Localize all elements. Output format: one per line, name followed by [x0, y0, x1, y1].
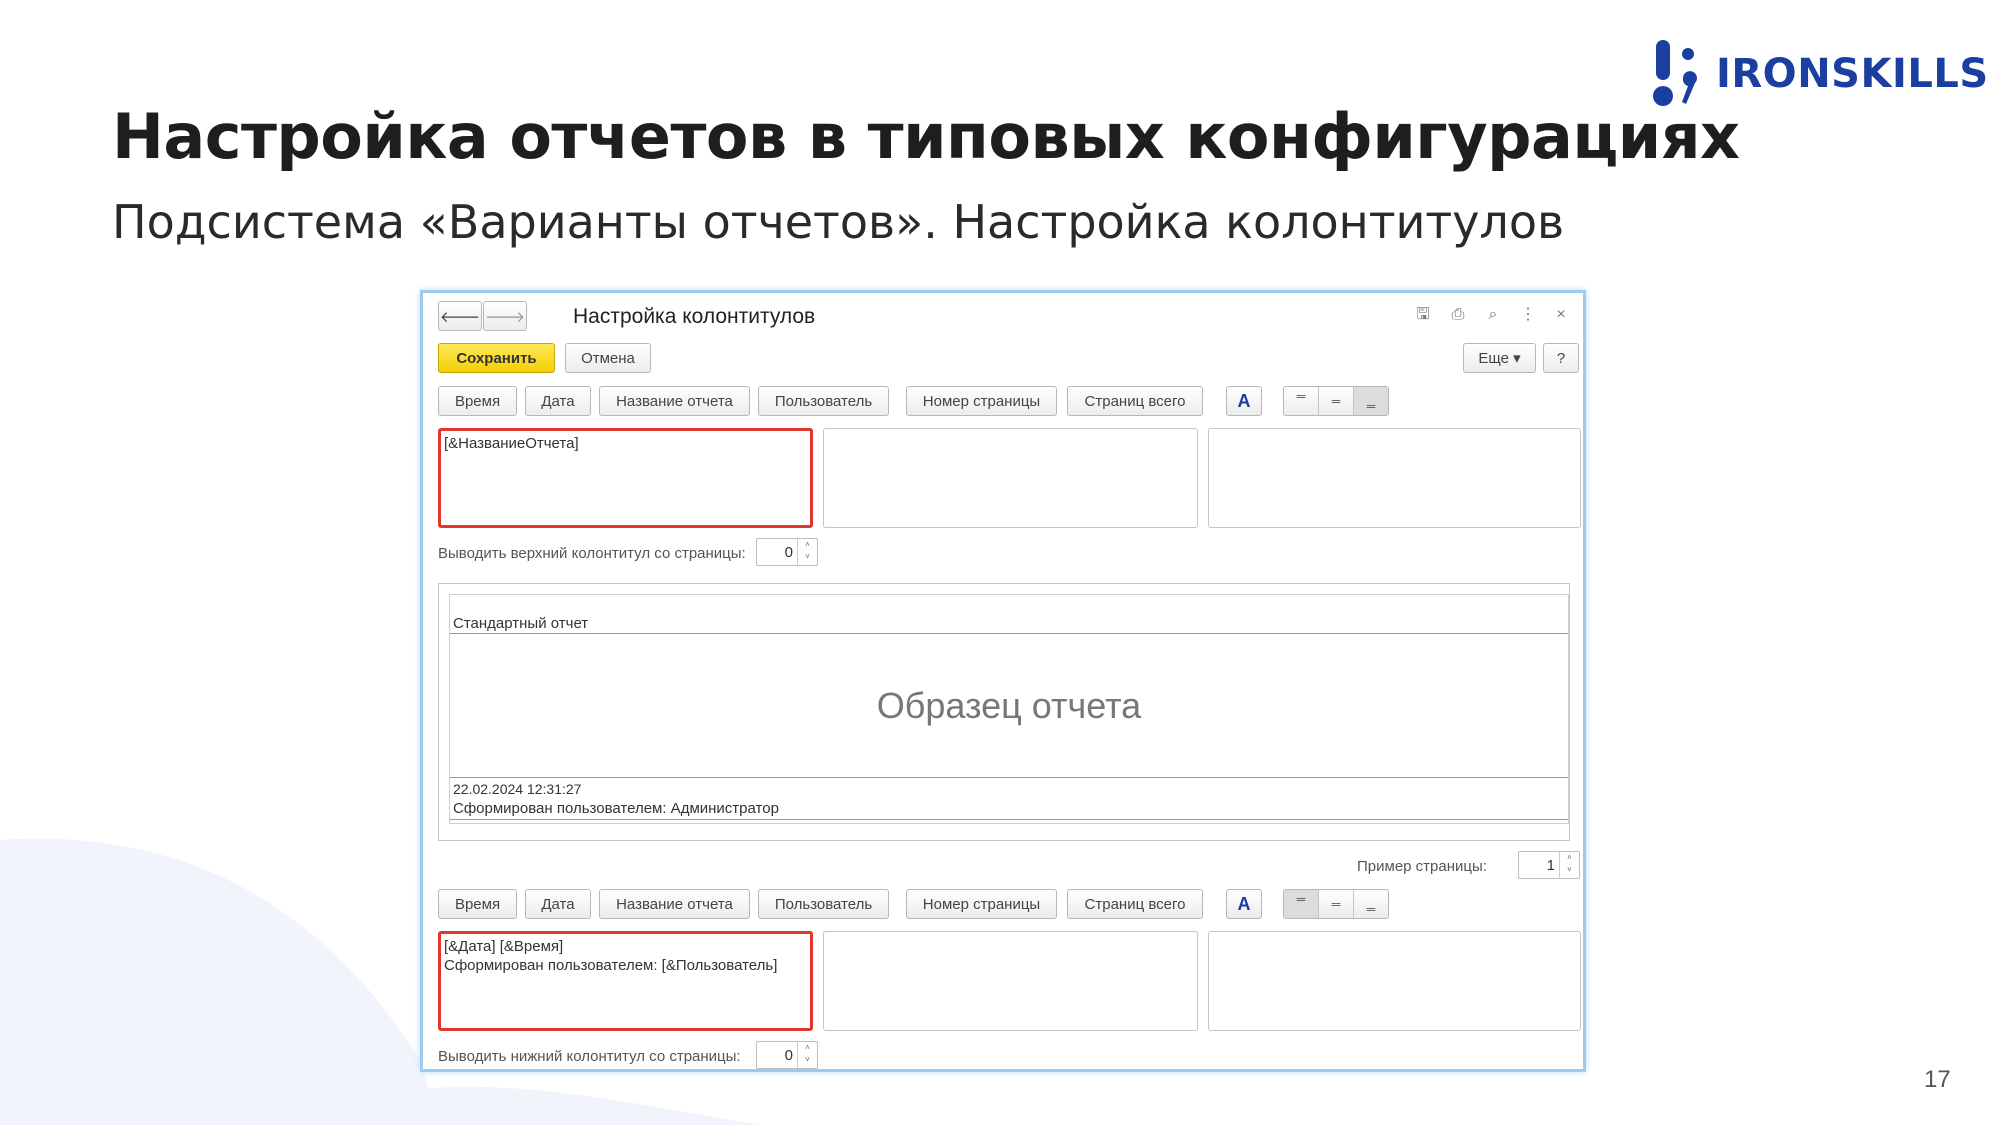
align-center-icon[interactable]: ═ [1319, 387, 1354, 415]
align-left-icon[interactable]: ═ [1284, 890, 1319, 918]
insert-report-name-button[interactable]: Название отчета [599, 386, 750, 416]
align-left-icon[interactable]: ═ [1284, 387, 1319, 415]
align-right-icon[interactable]: ═ [1354, 890, 1388, 918]
footer-right-field[interactable] [1208, 931, 1581, 1031]
insert-page-number-button[interactable]: Номер страницы [906, 889, 1057, 919]
footer-left-field[interactable]: [&Дата] [&Время] Сформирован пользовател… [438, 931, 813, 1031]
footer-center-field[interactable] [823, 931, 1198, 1031]
close-icon[interactable]: × [1551, 305, 1571, 325]
footer-start-page-label: Выводить нижний колонтитул со страницы: [438, 1048, 741, 1065]
sample-page-label: Пример страницы: [1357, 858, 1487, 875]
stepper-arrows-icon[interactable]: ˄ ˅ [1559, 852, 1579, 878]
header-left-field[interactable]: [&НазваниеОтчета] [438, 428, 813, 528]
help-button[interactable]: ? [1543, 343, 1579, 373]
back-button[interactable]: 🡐 [438, 301, 482, 331]
preview-icon[interactable]: ⌕ [1483, 305, 1503, 325]
header-alignment-group: ═ ═ ═ [1283, 386, 1389, 416]
header-start-page-input[interactable]: 0 ˄ ˅ [756, 538, 818, 566]
arrow-left-icon: 🡐 [439, 308, 481, 326]
slide-title: Настройка отчетов в типовых конфигурация… [112, 100, 1740, 173]
header-center-field[interactable] [823, 428, 1198, 528]
insert-time-button[interactable]: Время [438, 386, 517, 416]
insert-report-name-button[interactable]: Название отчета [599, 889, 750, 919]
insert-page-count-button[interactable]: Страниц всего [1067, 889, 1203, 919]
slide: Настройка отчетов в типовых конфигурация… [0, 0, 2000, 1125]
header-right-field[interactable] [1208, 428, 1581, 528]
stepper-arrows-icon[interactable]: ˄ ˅ [797, 539, 817, 565]
sample-page-input[interactable]: 1 ˄ ˅ [1518, 851, 1580, 879]
cancel-button[interactable]: Отмена [565, 343, 651, 373]
align-right-icon[interactable]: ═ [1354, 387, 1388, 415]
insert-user-button[interactable]: Пользователь [758, 889, 889, 919]
more-menu-button[interactable]: Еще ▾ [1463, 343, 1536, 373]
preview-sample-text: Образец отчета [876, 685, 1142, 726]
insert-date-button[interactable]: Дата [525, 386, 591, 416]
font-button[interactable]: A [1226, 386, 1262, 416]
insert-user-button[interactable]: Пользователь [758, 386, 889, 416]
header-footer-settings-window: 🡐 🡒 Настройка колонтитулов 🖫 ⎙ ⌕ ⋮ × Сох… [420, 290, 1586, 1072]
preview-footer-user: Сформирован пользователем: Администратор [453, 800, 779, 817]
ironskills-logo-icon [1653, 40, 1697, 106]
insert-time-button[interactable]: Время [438, 889, 517, 919]
window-title: Настройка колонтитулов [573, 305, 816, 328]
footer-start-page-input[interactable]: 0 ˄ ˅ [756, 1041, 818, 1069]
slide-subtitle: Подсистема «Варианты отчетов». Настройка… [112, 195, 1565, 249]
brand-logo: IRONSKILLS [1650, 38, 1989, 110]
insert-page-count-button[interactable]: Страниц всего [1067, 386, 1203, 416]
arrow-right-icon: 🡒 [484, 308, 526, 326]
preview-page: Стандартный отчет Образец отчета 22.02.2… [449, 594, 1569, 824]
report-preview: Стандартный отчет Образец отчета 22.02.2… [438, 583, 1570, 841]
insert-page-number-button[interactable]: Номер страницы [906, 386, 1057, 416]
preview-header-text: Стандартный отчет [453, 615, 589, 632]
insert-date-button[interactable]: Дата [525, 889, 591, 919]
align-center-icon[interactable]: ═ [1319, 890, 1354, 918]
logo-text: IRONSKILLS [1716, 51, 1989, 97]
page-number: 17 [1924, 1066, 1951, 1093]
header-start-page-label: Выводить верхний колонтитул со страницы: [438, 545, 746, 562]
preview-footer-date: 22.02.2024 12:31:27 [453, 781, 582, 797]
save-icon[interactable]: 🖫 [1413, 305, 1433, 325]
font-button[interactable]: A [1226, 889, 1262, 919]
footer-alignment-group: ═ ═ ═ [1283, 889, 1389, 919]
more-icon[interactable]: ⋮ [1518, 305, 1538, 325]
save-button[interactable]: Сохранить [438, 343, 555, 373]
print-icon[interactable]: ⎙ [1448, 305, 1468, 325]
forward-button[interactable]: 🡒 [483, 301, 527, 331]
stepper-arrows-icon[interactable]: ˄ ˅ [797, 1042, 817, 1068]
